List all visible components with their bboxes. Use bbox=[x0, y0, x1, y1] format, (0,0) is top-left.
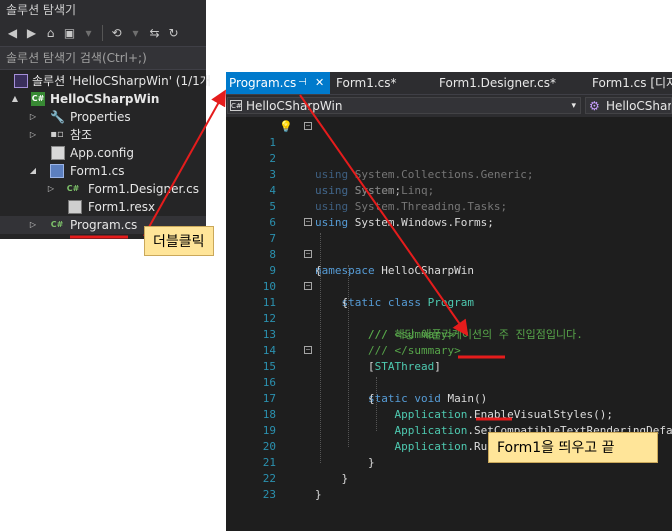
callout-form1-note: Form1을 띄우고 끝 bbox=[488, 432, 658, 463]
arrow-to-program-tab bbox=[143, 89, 226, 237]
callout-double-click: 더블클릭 bbox=[144, 226, 214, 256]
arrow-to-main bbox=[299, 94, 469, 337]
